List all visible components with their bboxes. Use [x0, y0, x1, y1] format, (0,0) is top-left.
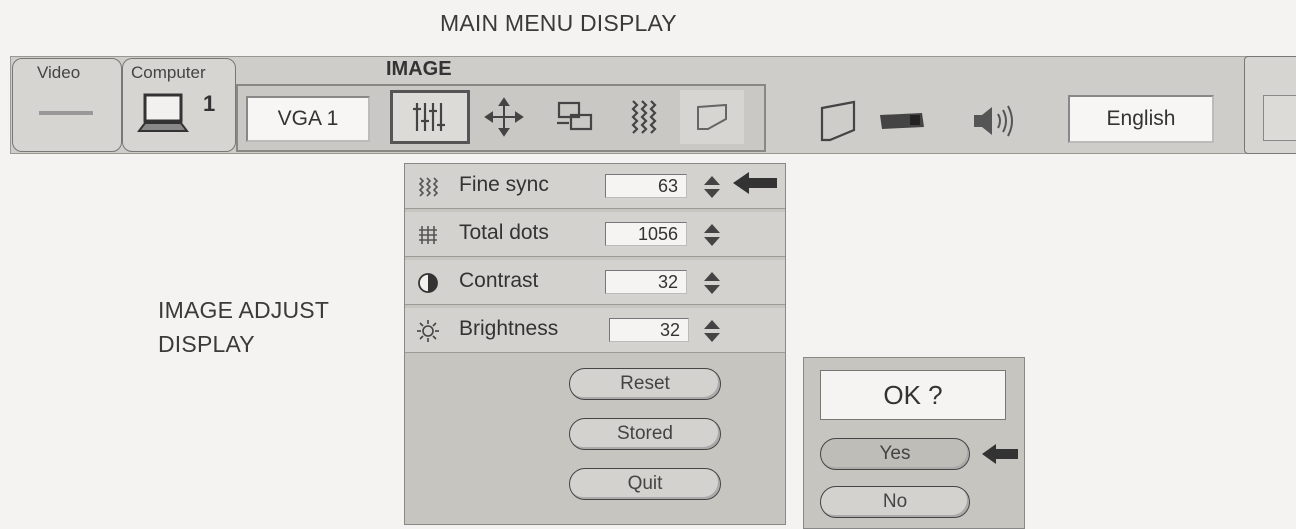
contrast-icon — [418, 273, 438, 293]
screen-menu-button[interactable] — [680, 90, 744, 144]
total-dots-icon — [419, 226, 437, 244]
main-menu-caption: MAIN MENU DISPLAY — [440, 10, 677, 36]
position-arrows-icon — [484, 97, 524, 137]
language-field[interactable]: English — [1068, 95, 1214, 143]
image-adjust-caption: IMAGE ADJUST DISPLAY — [158, 293, 329, 361]
image-adjust-menu-button[interactable] — [390, 90, 470, 144]
confirm-dialog: OK ? Yes No — [803, 357, 1025, 529]
quit-button[interactable]: Quit — [569, 468, 721, 500]
brightness-label: Brightness — [459, 317, 559, 340]
brightness-spinner-icon[interactable] — [701, 318, 723, 344]
fine-sync-icon — [418, 177, 439, 197]
image-adjust-panel: Fine sync 63 Total dots 1056 Contrast 32 — [404, 163, 786, 525]
total-dots-value[interactable]: 1056 — [605, 222, 687, 246]
projector-menu-button[interactable] — [872, 100, 932, 140]
reset-button[interactable]: Reset — [569, 368, 721, 400]
laptop-icon — [137, 93, 189, 132]
computer-number: 1 — [203, 91, 216, 116]
pc-adjust-icon — [557, 101, 593, 131]
total-dots-spinner-icon[interactable] — [701, 222, 723, 248]
stored-button[interactable]: Stored — [569, 418, 721, 450]
keystone-icon — [820, 100, 856, 142]
fine-sync-value[interactable]: 63 — [605, 174, 687, 198]
image-adjust-caption-line2: DISPLAY — [158, 331, 255, 357]
confirm-prompt: OK ? — [820, 370, 1006, 420]
tab-computer[interactable]: Computer 1 — [122, 58, 236, 152]
image-section-title: IMAGE — [386, 58, 452, 80]
tab-video[interactable]: Video — [12, 58, 122, 152]
contrast-spinner-icon[interactable] — [701, 270, 723, 296]
confirm-pointer-icon — [982, 444, 1018, 464]
tab-video-label: Video — [37, 63, 81, 82]
brightness-value[interactable]: 32 — [609, 318, 689, 342]
sound-menu-button[interactable] — [964, 96, 1024, 146]
brightness-icon — [417, 320, 439, 342]
contrast-value[interactable]: 32 — [605, 270, 687, 294]
menu-row-brightness[interactable]: Brightness 32 — [405, 308, 785, 353]
fine-sync-spinner-icon[interactable] — [701, 174, 723, 200]
position-menu-button[interactable] — [474, 90, 534, 144]
keystone-menu-button[interactable] — [810, 92, 866, 150]
source-field[interactable]: VGA 1 — [246, 96, 370, 142]
total-dots-label: Total dots — [459, 221, 549, 244]
speaker-icon — [974, 105, 1013, 137]
yes-button[interactable]: Yes — [820, 438, 970, 470]
tab-next-field — [1263, 95, 1296, 141]
image-adjust-caption-line1: IMAGE ADJUST — [158, 297, 330, 323]
projector-icon — [880, 113, 924, 129]
video-icon — [39, 111, 93, 115]
screen-icon — [697, 103, 727, 130]
menu-row-total-dots[interactable]: Total dots 1056 — [405, 212, 785, 257]
menu-row-fine-sync[interactable]: Fine sync 63 — [405, 164, 785, 209]
sync-wave-icon — [631, 100, 657, 134]
tab-computer-label: Computer — [131, 63, 206, 82]
contrast-label: Contrast — [459, 269, 539, 292]
tab-next-partial[interactable] — [1244, 56, 1296, 154]
image-adjust-icon — [413, 103, 445, 131]
pc-adjust-menu-button[interactable] — [542, 90, 608, 144]
no-button[interactable]: No — [820, 486, 970, 518]
menu-row-contrast[interactable]: Contrast 32 — [405, 260, 785, 305]
sync-menu-button[interactable] — [614, 90, 674, 144]
selection-pointer-icon — [733, 172, 777, 194]
fine-sync-label: Fine sync — [459, 173, 549, 196]
